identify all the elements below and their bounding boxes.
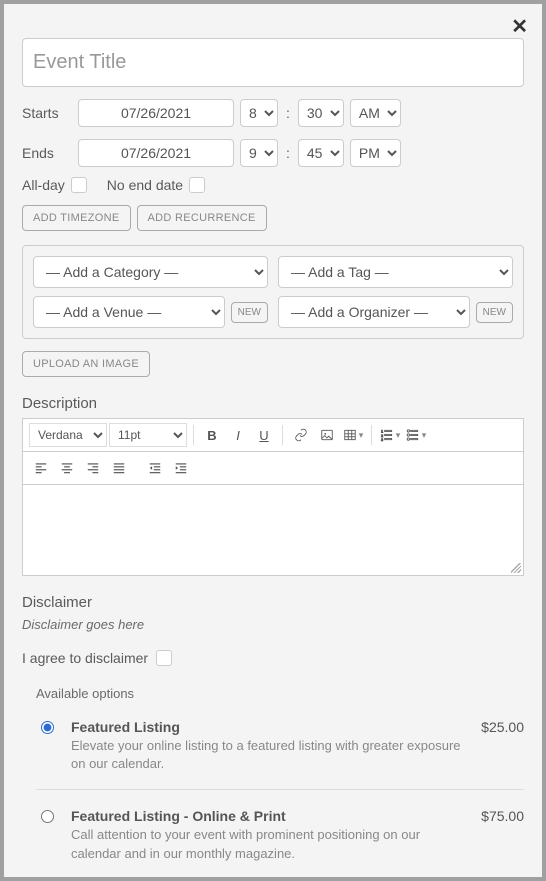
noend-checkbox[interactable] <box>189 177 205 193</box>
link-icon[interactable] <box>289 423 313 447</box>
align-center-icon[interactable] <box>55 456 79 480</box>
svg-text:3: 3 <box>381 438 383 442</box>
organizer-select[interactable]: — Add a Organizer — <box>278 296 470 328</box>
starts-label: Starts <box>22 105 72 121</box>
ends-label: Ends <box>22 145 72 161</box>
upload-image-button[interactable]: UPLOAD AN IMAGE <box>22 351 150 377</box>
ends-minute-select[interactable]: 45 <box>298 139 344 167</box>
svg-text:1: 1 <box>381 430 383 434</box>
disclaimer-label: Disclaimer <box>22 594 524 611</box>
option-desc: Call attention to your event with promin… <box>71 826 467 862</box>
option-price: $75.00 <box>481 808 524 824</box>
new-venue-button[interactable]: NEW <box>231 302 268 323</box>
allday-label: All-day <box>22 177 65 193</box>
option-price: $25.00 <box>481 719 524 735</box>
underline-icon[interactable]: U <box>252 423 276 447</box>
option-row: Featured Listing Elevate your online list… <box>36 701 524 790</box>
italic-icon[interactable]: I <box>226 423 250 447</box>
resize-grip-icon[interactable] <box>511 563 521 573</box>
unordered-list-icon[interactable]: ▾ <box>404 423 428 447</box>
time-colon: : <box>284 145 292 161</box>
options-block: Available options Featured Listing Elevat… <box>22 686 524 881</box>
event-title-input[interactable] <box>22 38 524 87</box>
disclaimer-text: Disclaimer goes here <box>22 617 524 632</box>
noend-label: No end date <box>107 177 183 193</box>
starts-ampm-select[interactable]: AM <box>350 99 401 127</box>
option-title: Featured Listing - Online & Print <box>71 808 467 824</box>
starts-hour-select[interactable]: 8 <box>240 99 278 127</box>
svg-text:2: 2 <box>381 434 383 438</box>
indent-icon[interactable] <box>169 456 193 480</box>
option-title: Featured Listing <box>71 719 467 735</box>
category-select[interactable]: — Add a Category — <box>33 256 268 288</box>
font-family-select[interactable]: Verdana <box>29 423 107 447</box>
add-recurrence-button[interactable]: ADD RECURRENCE <box>137 205 267 231</box>
starts-date-input[interactable] <box>78 99 234 127</box>
option-radio[interactable] <box>41 810 54 823</box>
time-colon: : <box>284 105 292 121</box>
bold-icon[interactable]: B <box>200 423 224 447</box>
align-left-icon[interactable] <box>29 456 53 480</box>
ends-date-input[interactable] <box>78 139 234 167</box>
align-right-icon[interactable] <box>81 456 105 480</box>
new-organizer-button[interactable]: NEW <box>476 302 513 323</box>
starts-minute-select[interactable]: 30 <box>298 99 344 127</box>
allday-checkbox[interactable] <box>71 177 87 193</box>
options-title: Available options <box>36 686 524 701</box>
add-timezone-button[interactable]: ADD TIMEZONE <box>22 205 131 231</box>
agree-label: I agree to disclaimer <box>22 650 148 666</box>
option-desc: Elevate your online listing to a feature… <box>71 737 467 773</box>
font-size-select[interactable]: 11pt <box>109 423 187 447</box>
taxonomy-box: — Add a Category — — Add a Tag — — Add a… <box>22 245 524 339</box>
rich-text-editor: Verdana 11pt B I U ▾ 123▾ ▾ <box>22 418 524 576</box>
editor-textarea[interactable] <box>23 485 523 575</box>
close-icon[interactable]: ✕ <box>511 14 528 39</box>
ends-row: Ends 9 : 45 PM <box>22 139 524 167</box>
ends-ampm-select[interactable]: PM <box>350 139 401 167</box>
option-row: Featured Listing - Online & Print Call at… <box>36 790 524 879</box>
outdent-icon[interactable] <box>143 456 167 480</box>
image-icon[interactable] <box>315 423 339 447</box>
venue-select[interactable]: — Add a Venue — <box>33 296 225 328</box>
table-icon[interactable]: ▾ <box>341 423 365 447</box>
option-radio[interactable] <box>41 721 54 734</box>
tag-select[interactable]: — Add a Tag — <box>278 256 513 288</box>
description-label: Description <box>22 395 524 412</box>
starts-row: Starts 8 : 30 AM <box>22 99 524 127</box>
ends-hour-select[interactable]: 9 <box>240 139 278 167</box>
ordered-list-icon[interactable]: 123▾ <box>378 423 402 447</box>
event-modal: ✕ Starts 8 : 30 AM Ends 9 : 45 PM All-da… <box>0 0 546 881</box>
align-justify-icon[interactable] <box>107 456 131 480</box>
agree-checkbox[interactable] <box>156 650 172 666</box>
